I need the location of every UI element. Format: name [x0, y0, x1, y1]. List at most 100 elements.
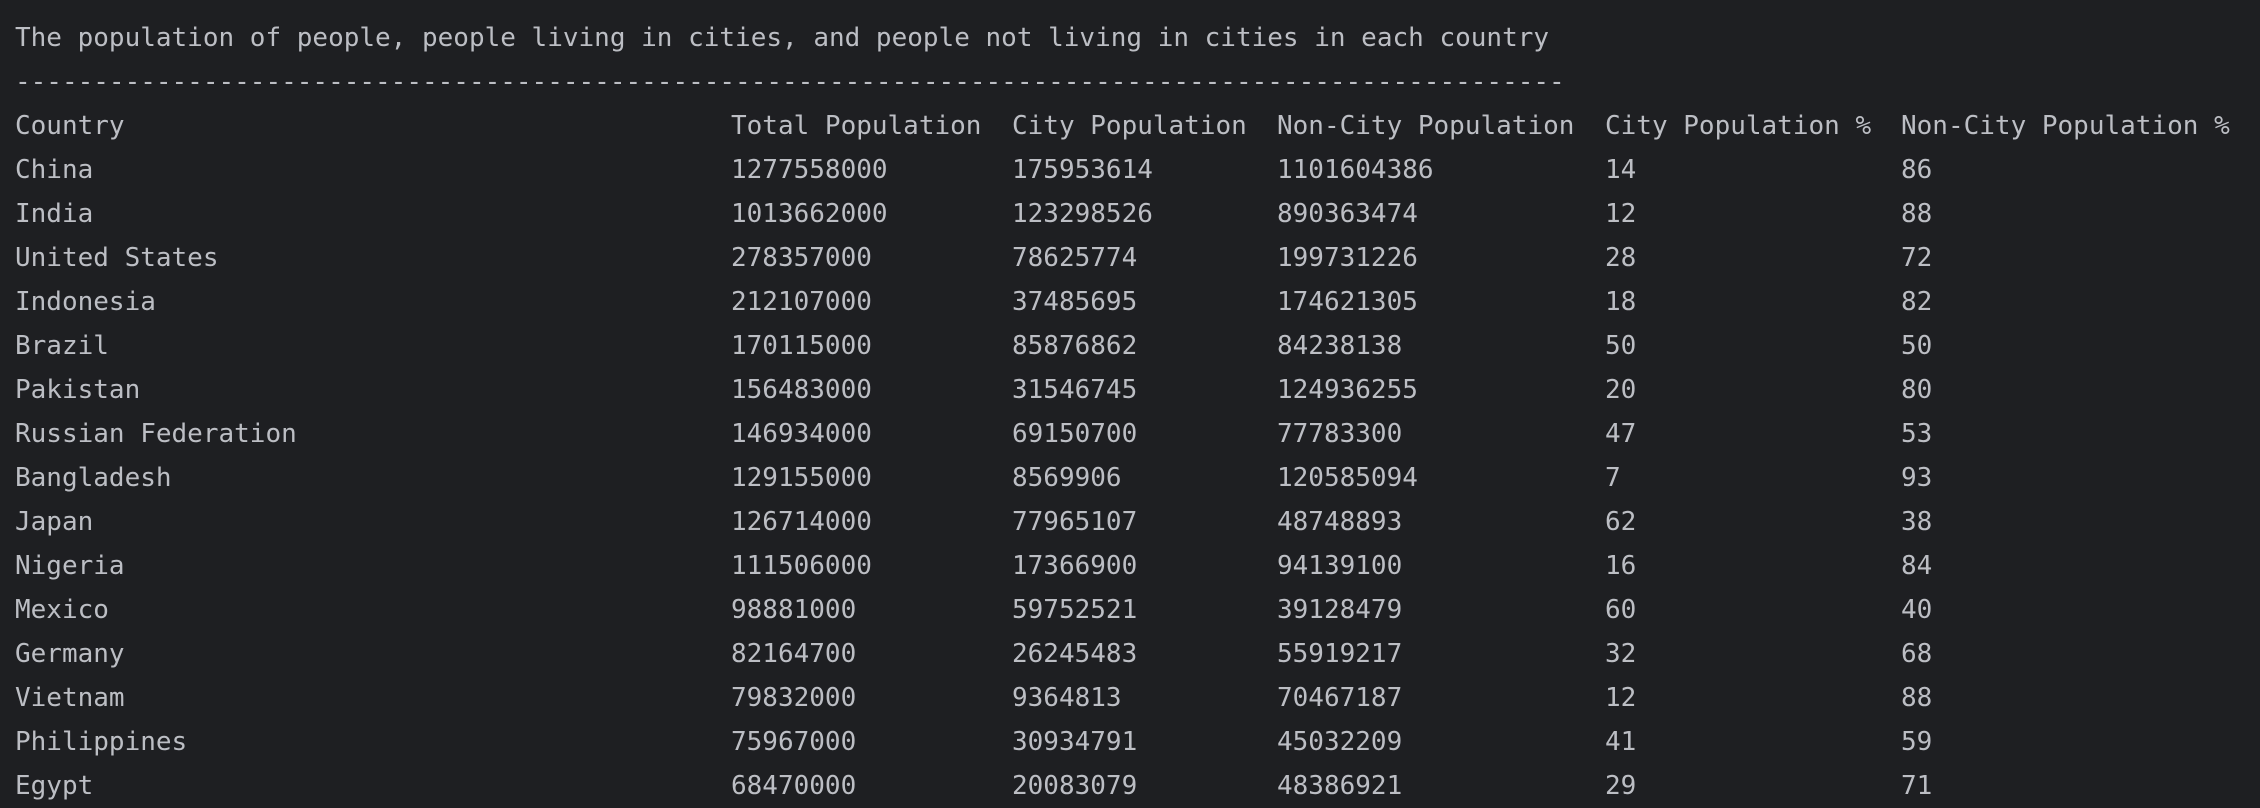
header-city-population: City Population: [1012, 111, 1247, 141]
header-row: Country Total Population City Population…: [15, 104, 2260, 148]
cell-country: Bangladesh: [15, 463, 172, 493]
cell-city-population-pct: 14: [1605, 155, 1637, 185]
data-rows: China 1277558000 175953614 1101604386 14 86 In…: [15, 148, 2260, 808]
cell-city-population-pct: 12: [1605, 683, 1637, 713]
cell-city-population: 59752521: [1012, 595, 1138, 625]
cell-total-population: 212107000: [731, 287, 872, 317]
cell-city-population: 78625774: [1012, 243, 1138, 273]
table-row: Brazil 170115000 85876862 84238138 50 50: [15, 324, 2260, 368]
cell-non-city-population-pct: 50: [1901, 331, 1933, 361]
cell-city-population: 20083079: [1012, 771, 1138, 801]
cell-city-population-pct: 32: [1605, 639, 1637, 669]
cell-city-population-pct: 60: [1605, 595, 1637, 625]
cell-total-population: 1277558000: [731, 155, 888, 185]
cell-non-city-population: 77783300: [1277, 419, 1403, 449]
cell-non-city-population-pct: 88: [1901, 199, 1933, 229]
cell-country: Japan: [15, 507, 94, 537]
report-title: The population of people, people living …: [15, 23, 1550, 53]
cell-city-population: 26245483: [1012, 639, 1138, 669]
cell-city-population-pct: 41: [1605, 727, 1637, 757]
table-row: Russian Federation 146934000 69150700 77783…: [15, 412, 2260, 456]
cell-country: United States: [15, 243, 219, 273]
cell-non-city-population: 199731226: [1277, 243, 1418, 273]
cell-non-city-population-pct: 93: [1901, 463, 1933, 493]
cell-total-population: 82164700: [731, 639, 857, 669]
table-row: Germany 82164700 26245483 55919217 32 68: [15, 632, 2260, 676]
cell-non-city-population: 120585094: [1277, 463, 1418, 493]
cell-non-city-population-pct: 84: [1901, 551, 1933, 581]
cell-country: China: [15, 155, 94, 185]
cell-total-population: 170115000: [731, 331, 872, 361]
cell-total-population: 111506000: [731, 551, 872, 581]
cell-city-population: 17366900: [1012, 551, 1138, 581]
cell-non-city-population: 48748893: [1277, 507, 1403, 537]
header-non-city-population: Non-City Population: [1277, 111, 1575, 141]
cell-city-population: 8569906: [1012, 463, 1122, 493]
cell-non-city-population-pct: 59: [1901, 727, 1933, 757]
header-total-population: Total Population: [731, 111, 982, 141]
cell-non-city-population: 70467187: [1277, 683, 1403, 713]
cell-country: Brazil: [15, 331, 109, 361]
cell-total-population: 129155000: [731, 463, 872, 493]
cell-city-population-pct: 50: [1605, 331, 1637, 361]
table-row: Nigeria 111506000 17366900 94139100 16 84: [15, 544, 2260, 588]
cell-non-city-population: 174621305: [1277, 287, 1418, 317]
cell-country: Russian Federation: [15, 419, 297, 449]
table-row: China 1277558000 175953614 1101604386 14 86: [15, 148, 2260, 192]
cell-non-city-population: 1101604386: [1277, 155, 1434, 185]
cell-non-city-population-pct: 68: [1901, 639, 1933, 669]
cell-city-population-pct: 18: [1605, 287, 1637, 317]
cell-country: India: [15, 199, 94, 229]
cell-city-population-pct: 62: [1605, 507, 1637, 537]
cell-city-population: 37485695: [1012, 287, 1138, 317]
cell-non-city-population-pct: 71: [1901, 771, 1933, 801]
cell-city-population-pct: 28: [1605, 243, 1637, 273]
table-row: Pakistan 156483000 31546745 124936255 20 80: [15, 368, 2260, 412]
cell-city-population: 69150700: [1012, 419, 1138, 449]
cell-non-city-population: 39128479: [1277, 595, 1403, 625]
cell-city-population-pct: 29: [1605, 771, 1637, 801]
cell-country: Germany: [15, 639, 125, 669]
cell-city-population-pct: 12: [1605, 199, 1637, 229]
cell-city-population: 175953614: [1012, 155, 1153, 185]
cell-non-city-population-pct: 40: [1901, 595, 1933, 625]
cell-city-population: 30934791: [1012, 727, 1138, 757]
cell-non-city-population-pct: 82: [1901, 287, 1933, 317]
cell-total-population: 1013662000: [731, 199, 888, 229]
cell-country: Mexico: [15, 595, 109, 625]
cell-non-city-population-pct: 53: [1901, 419, 1933, 449]
table-row: Mexico 98881000 59752521 39128479 60 40: [15, 588, 2260, 632]
cell-non-city-population-pct: 88: [1901, 683, 1933, 713]
cell-country: Egypt: [15, 771, 94, 801]
cell-city-population-pct: 7: [1605, 463, 1621, 493]
cell-non-city-population: 94139100: [1277, 551, 1403, 581]
cell-country: Pakistan: [15, 375, 141, 405]
cell-non-city-population-pct: 72: [1901, 243, 1933, 273]
header-country: Country: [15, 111, 125, 141]
cell-city-population: 77965107: [1012, 507, 1138, 537]
cell-city-population: 123298526: [1012, 199, 1153, 229]
cell-city-population-pct: 16: [1605, 551, 1637, 581]
cell-non-city-population-pct: 38: [1901, 507, 1933, 537]
cell-non-city-population-pct: 80: [1901, 375, 1933, 405]
cell-country: Indonesia: [15, 287, 156, 317]
cell-country: Philippines: [15, 727, 188, 757]
cell-total-population: 75967000: [731, 727, 857, 757]
header-non-city-population-pct: Non-City Population %: [1901, 111, 2230, 141]
cell-non-city-population: 45032209: [1277, 727, 1403, 757]
cell-city-population-pct: 20: [1605, 375, 1637, 405]
cell-total-population: 156483000: [731, 375, 872, 405]
table-row: India 1013662000 123298526 890363474 12 88: [15, 192, 2260, 236]
separator-line: ----------------------------------------…: [15, 67, 1565, 97]
cell-non-city-population: 55919217: [1277, 639, 1403, 669]
cell-non-city-population-pct: 86: [1901, 155, 1933, 185]
table-row: Japan 126714000 77965107 48748893 62 38: [15, 500, 2260, 544]
cell-total-population: 146934000: [731, 419, 872, 449]
cell-city-population: 9364813: [1012, 683, 1122, 713]
cell-non-city-population: 48386921: [1277, 771, 1403, 801]
table-row: Philippines 75967000 30934791 45032209 41 59: [15, 720, 2260, 764]
cell-total-population: 79832000: [731, 683, 857, 713]
header-city-population-pct: City Population %: [1605, 111, 1872, 141]
cell-non-city-population: 890363474: [1277, 199, 1418, 229]
console-output: The population of people, people living …: [15, 16, 2260, 808]
